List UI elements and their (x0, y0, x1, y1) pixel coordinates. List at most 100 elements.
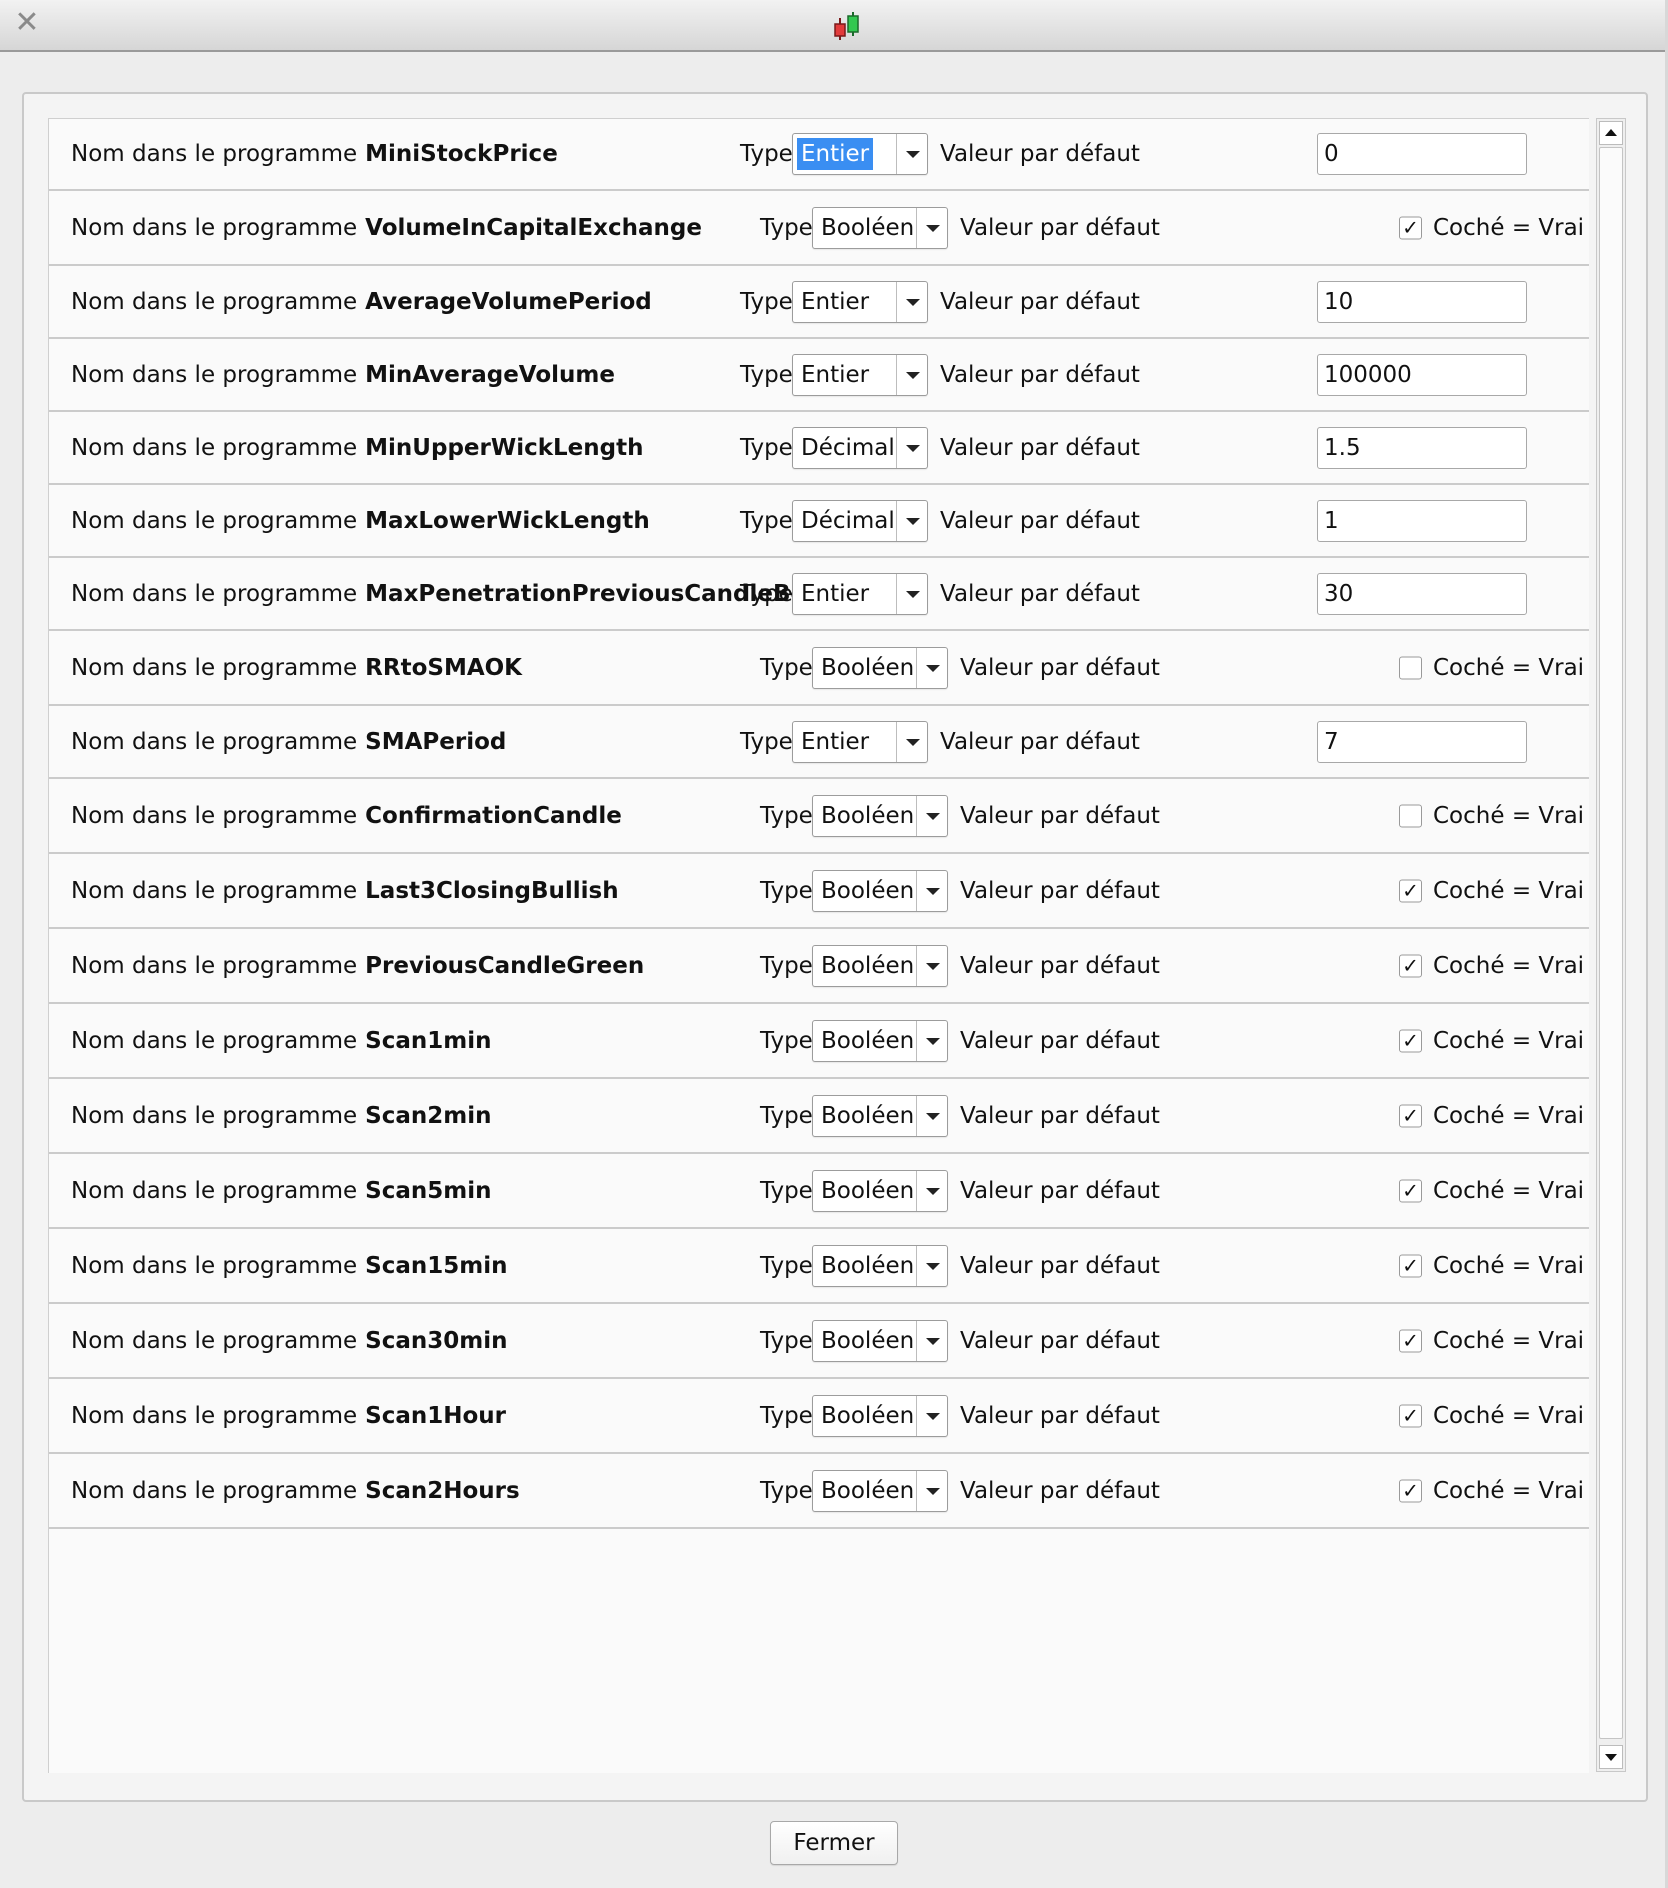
type-dropdown[interactable]: Booléen (812, 1094, 948, 1137)
type-dropdown[interactable]: Entier (792, 133, 928, 175)
default-value-input[interactable]: 1 (1317, 499, 1527, 542)
default-value-label: Valeur par défaut (960, 1027, 1160, 1054)
chevron-down-icon[interactable] (926, 812, 940, 820)
parameter-row: Nom dans le programme Scan2min Type Boolé… (49, 1079, 1589, 1154)
chevron-down-icon[interactable] (926, 1412, 940, 1420)
default-value-input[interactable]: 100000 (1317, 353, 1527, 396)
chevron-down-icon[interactable] (926, 1487, 940, 1495)
type-dropdown[interactable]: Booléen (812, 794, 948, 837)
chevron-down-icon[interactable] (926, 1037, 940, 1045)
type-dropdown[interactable]: Entier (792, 572, 928, 615)
type-dropdown[interactable]: Entier (792, 353, 928, 396)
checkbox-label[interactable]: Coché = Vrai (1433, 655, 1584, 681)
parameter-row: Nom dans le programme PreviousCandleGreen… (49, 929, 1589, 1004)
checkbox-label[interactable]: Coché = Vrai (1433, 953, 1584, 979)
type-dropdown-value: Décimal (801, 434, 895, 461)
checkbox-label[interactable]: Coché = Vrai (1433, 1253, 1584, 1279)
vertical-scrollbar[interactable] (1596, 118, 1626, 1772)
scroll-up-arrow-icon[interactable] (1599, 121, 1623, 145)
default-checkbox[interactable]: ✓ (1399, 1179, 1422, 1202)
chevron-down-icon[interactable] (926, 224, 940, 232)
chevron-down-icon[interactable] (926, 664, 940, 672)
parameter-name-value: Scan2Hours (365, 1477, 520, 1504)
default-checkbox[interactable]: ✓ (1399, 1029, 1422, 1052)
default-value-label: Valeur par défaut (960, 802, 1160, 829)
type-dropdown-value: Décimal (801, 507, 895, 534)
default-checkbox[interactable]: ✓ (1399, 1404, 1422, 1427)
checkbox-label[interactable]: Coché = Vrai (1433, 1103, 1584, 1129)
type-dropdown-value: Booléen (821, 1477, 915, 1504)
type-dropdown[interactable]: Booléen (812, 646, 948, 689)
default-value-input[interactable]: 0 (1317, 133, 1527, 175)
type-dropdown-value: Booléen (821, 1252, 915, 1279)
default-checkbox[interactable]: ✓ (1399, 1104, 1422, 1127)
type-label: Type (760, 1402, 813, 1429)
type-dropdown[interactable]: Décimal (792, 426, 928, 469)
type-dropdown[interactable]: Entier (792, 280, 928, 323)
checkbox-label[interactable]: Coché = Vrai (1433, 1478, 1584, 1504)
checkbox-label[interactable]: Coché = Vrai (1433, 1328, 1584, 1354)
checkbox-label[interactable]: Coché = Vrai (1433, 1403, 1584, 1429)
dropdown-separator (896, 573, 897, 614)
parameter-row: Nom dans le programme VolumeInCapitalExch… (49, 191, 1589, 266)
type-dropdown[interactable]: Booléen (812, 1019, 948, 1062)
default-value-input[interactable]: 30 (1317, 572, 1527, 615)
parameter-row: Nom dans le programme MaxLowerWickLength … (49, 485, 1589, 558)
default-value-input[interactable]: 7 (1317, 720, 1527, 763)
close-button[interactable]: Fermer (770, 1821, 898, 1865)
checkbox-label[interactable]: Coché = Vrai (1433, 1178, 1584, 1204)
type-dropdown[interactable]: Booléen (812, 1319, 948, 1362)
default-checkbox[interactable]: ✓ (1399, 954, 1422, 977)
chevron-down-icon[interactable] (906, 151, 920, 158)
scroll-thumb[interactable] (1599, 147, 1623, 1739)
scroll-down-arrow-icon[interactable] (1599, 1745, 1623, 1769)
chevron-down-icon[interactable] (906, 444, 920, 452)
default-checkbox[interactable]: ✓ (1399, 879, 1422, 902)
type-dropdown[interactable]: Booléen (812, 1469, 948, 1512)
checkmark-icon: ✓ (1402, 953, 1419, 977)
checkbox-label[interactable]: Coché = Vrai (1433, 1028, 1584, 1054)
checkmark-icon: ✓ (1402, 1403, 1419, 1427)
type-dropdown[interactable]: Booléen (812, 1244, 948, 1287)
type-dropdown-value: Booléen (821, 952, 915, 979)
chevron-down-icon[interactable] (926, 962, 940, 970)
parameter-name-value: RRtoSMAOK (365, 654, 523, 681)
default-value-input[interactable]: 1.5 (1317, 426, 1527, 469)
type-dropdown-value: Booléen (821, 877, 915, 904)
default-checkbox[interactable]: ✓ (1399, 216, 1422, 239)
chevron-down-icon[interactable] (926, 1112, 940, 1120)
checkbox-label[interactable]: Coché = Vrai (1433, 215, 1584, 241)
chevron-down-icon[interactable] (906, 590, 920, 598)
default-checkbox[interactable]: ✓ (1399, 1479, 1422, 1502)
chevron-down-icon[interactable] (926, 1262, 940, 1270)
type-dropdown[interactable]: Entier (792, 720, 928, 763)
chevron-down-icon[interactable] (926, 1187, 940, 1195)
chevron-down-icon[interactable] (926, 887, 940, 895)
default-value-input[interactable]: 10 (1317, 280, 1527, 323)
chevron-down-icon[interactable] (906, 517, 920, 525)
default-checkbox[interactable]: ✓ (1399, 1329, 1422, 1352)
type-dropdown[interactable]: Booléen (812, 206, 948, 249)
chevron-down-icon[interactable] (906, 738, 920, 746)
dropdown-separator (916, 1470, 917, 1511)
checkbox-label[interactable]: Coché = Vrai (1433, 878, 1584, 904)
type-label: Type (760, 1327, 813, 1354)
default-checkbox[interactable] (1399, 804, 1422, 827)
chevron-down-icon[interactable] (906, 298, 920, 306)
type-label: Type (760, 1102, 813, 1129)
default-checkbox[interactable]: ✓ (1399, 1254, 1422, 1277)
type-dropdown[interactable]: Booléen (812, 944, 948, 987)
type-dropdown-value: Entier (801, 361, 870, 388)
candlestick-logo-icon (834, 12, 859, 40)
default-checkbox[interactable] (1399, 656, 1422, 679)
chevron-down-icon[interactable] (926, 1337, 940, 1345)
checkmark-icon: ✓ (1402, 878, 1419, 902)
checkbox-label[interactable]: Coché = Vrai (1433, 803, 1584, 829)
type-dropdown[interactable]: Décimal (792, 499, 928, 542)
chevron-down-icon[interactable] (906, 371, 920, 379)
type-label: Type (760, 214, 813, 241)
type-dropdown[interactable]: Booléen (812, 869, 948, 912)
close-icon[interactable]: ✕ (12, 8, 42, 38)
type-dropdown[interactable]: Booléen (812, 1169, 948, 1212)
type-dropdown[interactable]: Booléen (812, 1394, 948, 1437)
